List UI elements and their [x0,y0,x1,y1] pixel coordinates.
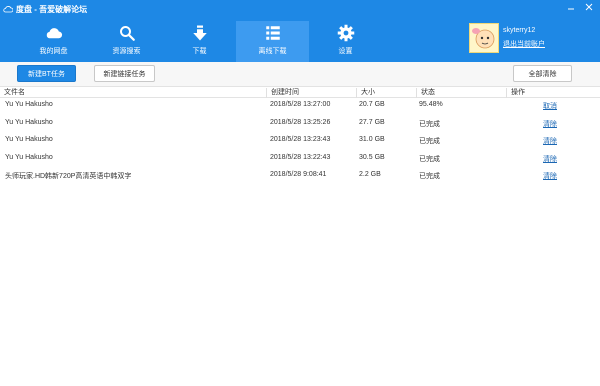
new-link-task-button[interactable]: 新建链接任务 [94,65,155,82]
close-button[interactable] [581,1,597,13]
task-status: 已完成 [419,120,440,128]
window-controls [563,1,597,13]
task-status: 已完成 [419,155,440,163]
cloud-icon [46,28,62,39]
nav-my-disk[interactable]: 我的网盘 [17,21,90,62]
search-icon [119,26,135,41]
file-name: Yu Yu Hakusho [5,101,53,108]
app-title: 度盘 - 吾爱破解论坛 [16,4,88,14]
nav-offline-download[interactable]: 离线下载 [236,21,309,62]
task-status: 已完成 [419,173,440,181]
file-size: 30.5 GB [359,153,385,161]
file-name: Yu Yu Hakusho [5,153,53,161]
list-icon [265,26,280,40]
task-list: Yu Yu Hakusho 2018/5/28 13:27:00 20.7 GB… [0,98,600,186]
table-row[interactable]: Yu Yu Hakusho 2018/5/28 13:25:26 27.7 GB… [0,116,600,134]
column-header-created-time[interactable]: 创建时间 [266,88,356,98]
nav-label: 离线下载 [258,48,287,55]
created-time: 2018/5/28 13:27:00 [270,101,331,108]
file-name: 头师玩家.HD韩新720P高清英语中韩双字 [5,173,132,181]
gear-icon [337,24,354,42]
user-area: skyterry12 退出当前账户 [469,23,545,53]
title-bar: 度盘 - 吾爱破解论坛 [3,3,87,15]
column-header-filename[interactable]: 文件名 [0,88,266,98]
created-time: 2018/5/28 13:22:43 [270,153,331,161]
nav-label: 设置 [338,48,353,55]
column-header-action[interactable]: 操作 [506,88,600,98]
file-size: 20.7 GB [359,101,385,108]
toolbar: 新建BT任务 新建链接任务 全部清除 [0,62,600,86]
close-icon [585,3,593,11]
minimize-button[interactable] [563,1,579,13]
created-time: 2018/5/28 9:08:41 [270,171,327,179]
file-name: Yu Yu Hakusho [5,118,53,126]
clear-link[interactable]: 清除 [543,171,557,181]
avatar[interactable] [469,23,499,53]
table-row[interactable]: Yu Yu Hakusho 2018/5/28 13:27:00 20.7 GB… [0,98,600,116]
download-icon [192,25,207,41]
column-header-status[interactable]: 状态 [416,88,506,98]
table-row[interactable]: 头师玩家.HD韩新720P高清英语中韩双字 2018/5/28 9:08:41 … [0,168,600,186]
clear-link[interactable]: 清除 [543,136,557,146]
nav-label: 下载 [192,48,207,55]
created-time: 2018/5/28 13:25:26 [270,118,331,126]
file-size: 27.7 GB [359,118,385,126]
user-info: skyterry12 退出当前账户 [501,23,545,53]
file-size: 2.2 GB [359,171,381,179]
table-row[interactable]: Yu Yu Hakusho 2018/5/28 13:23:43 31.0 GB… [0,133,600,151]
clear-all-button[interactable]: 全部清除 [513,65,572,82]
clear-link[interactable]: 清除 [543,154,557,164]
column-header-size[interactable]: 大小 [356,88,416,98]
top-banner: 度盘 - 吾爱破解论坛 我的网盘 资源搜索 下载 离线下载 设置 skyterr… [0,0,600,62]
cloud-logo-icon [3,6,13,13]
nav-download[interactable]: 下载 [163,21,236,62]
username: skyterry12 [503,27,536,34]
nav-resource-search[interactable]: 资源搜索 [90,21,163,62]
nav-label: 资源搜索 [112,48,141,55]
avatar-image [470,24,498,52]
file-name: Yu Yu Hakusho [5,136,53,144]
minimize-icon [568,8,574,10]
main-nav: 我的网盘 资源搜索 下载 离线下载 设置 [17,21,382,62]
nav-label: 我的网盘 [39,48,68,55]
task-status: 95.48% [419,101,443,108]
cancel-link[interactable]: 取消 [543,101,557,111]
nav-settings[interactable]: 设置 [309,21,382,62]
created-time: 2018/5/28 13:23:43 [270,136,331,144]
task-status: 已完成 [419,138,440,146]
table-header: 文件名 创建时间 大小 状态 操作 [0,86,600,98]
new-bt-task-button[interactable]: 新建BT任务 [17,65,76,82]
file-size: 31.0 GB [359,136,385,144]
table-row[interactable]: Yu Yu Hakusho 2018/5/28 13:22:43 30.5 GB… [0,151,600,169]
logout-link[interactable]: 退出当前账户 [503,39,545,49]
clear-link[interactable]: 清除 [543,119,557,129]
